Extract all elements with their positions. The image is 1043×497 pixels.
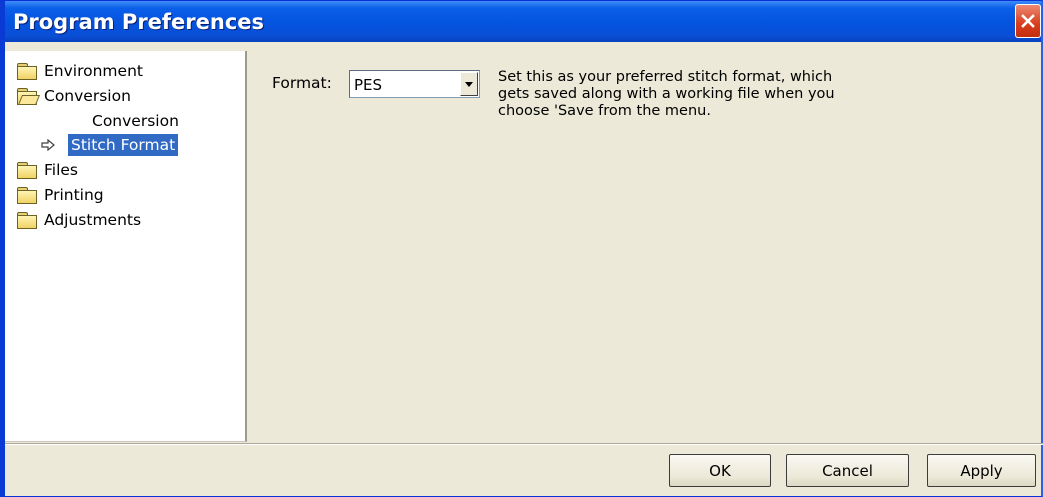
description-line: gets saved along with a working file whe…	[498, 86, 835, 102]
tree-item-conversion[interactable]: Conversion	[17, 84, 131, 108]
folder-open-icon	[17, 88, 41, 105]
folder-closed-icon	[17, 162, 37, 179]
description-line: Set this as your preferred stitch format…	[498, 69, 833, 85]
close-button[interactable]	[1015, 4, 1041, 38]
tree-item-label: Printing	[44, 186, 104, 204]
tree-item-files[interactable]: Files	[17, 158, 78, 182]
format-dropdown[interactable]: PES	[349, 70, 480, 98]
tree-item-printing[interactable]: Printing	[17, 183, 104, 207]
format-selected-value: PES	[354, 76, 383, 94]
chevron-down-icon	[465, 81, 473, 87]
folder-closed-icon	[17, 187, 37, 204]
format-description: Set this as your preferred stitch format…	[498, 69, 878, 120]
apply-button[interactable]: Apply	[927, 454, 1036, 487]
tree-item-label: Environment	[44, 62, 143, 80]
tree-item-conversion-sub[interactable]: Conversion	[92, 109, 179, 133]
tree-item-label: Stitch Format	[68, 134, 179, 156]
folder-closed-icon	[17, 212, 37, 229]
title-bar[interactable]: Program Preferences	[5, 1, 1041, 42]
tree-item-label: Adjustments	[44, 211, 142, 229]
tree-item-label: Files	[44, 161, 79, 179]
close-icon	[1021, 14, 1035, 28]
ok-button[interactable]: OK	[669, 454, 771, 487]
tree-item-label: Conversion	[92, 112, 179, 130]
dropdown-button[interactable]	[460, 72, 478, 96]
tree-item-label: Conversion	[44, 87, 131, 105]
preferences-tree[interactable]: Environment Conversion Conversion Stitch…	[5, 51, 247, 442]
tree-item-adjustments[interactable]: Adjustments	[17, 208, 141, 232]
separator	[5, 443, 1043, 445]
description-line: choose 'Save from the menu.	[498, 103, 711, 119]
format-label: Format:	[272, 74, 332, 92]
arrow-right-icon	[41, 139, 55, 151]
tree-item-stitch-format[interactable]: Stitch Format	[41, 133, 179, 157]
window-title: Program Preferences	[13, 10, 265, 34]
tree-item-environment[interactable]: Environment	[17, 59, 143, 83]
cancel-button[interactable]: Cancel	[786, 454, 909, 487]
folder-closed-icon	[17, 63, 37, 80]
